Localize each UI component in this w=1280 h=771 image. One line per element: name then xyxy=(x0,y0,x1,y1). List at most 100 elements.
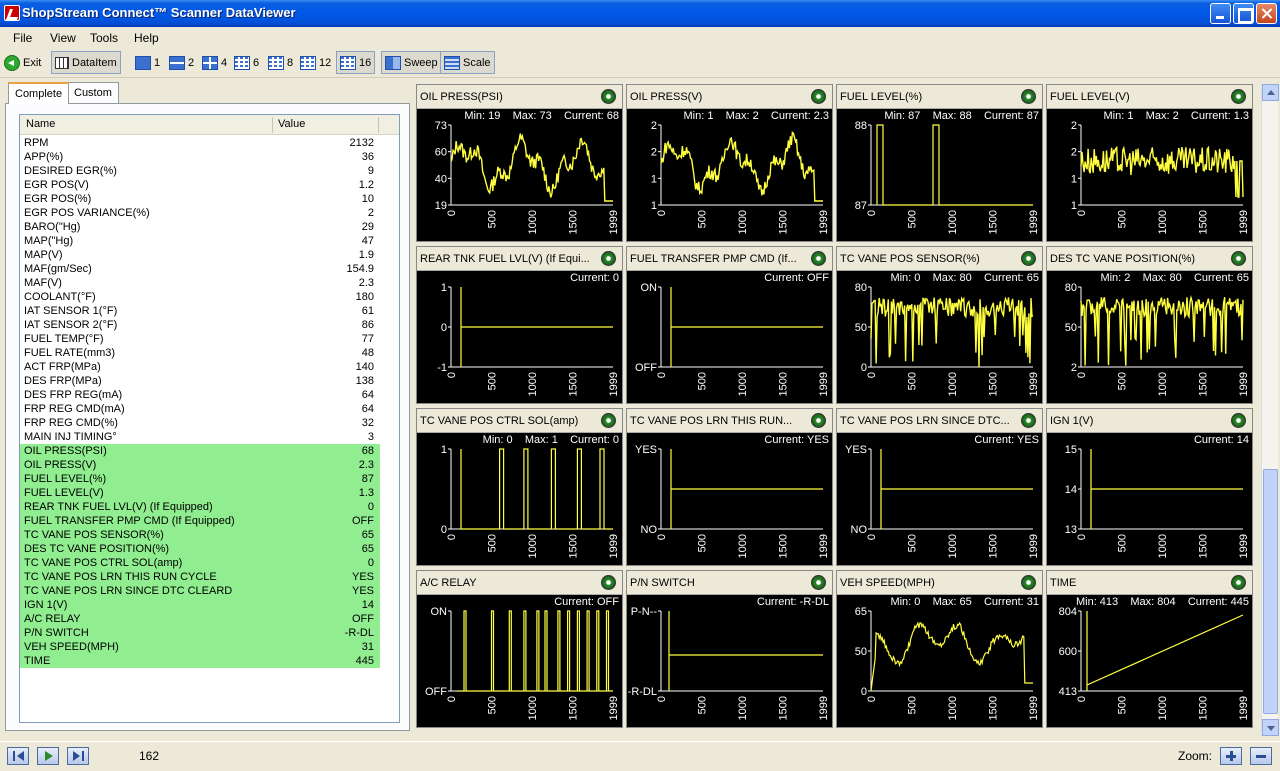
column-header-name[interactable]: Name xyxy=(26,118,55,130)
play-button[interactable] xyxy=(37,747,59,765)
graph-options-icon[interactable] xyxy=(1021,413,1036,428)
graph-panel[interactable]: VEH SPEED(MPH) Min: 0 Max: 65 Current: 31… xyxy=(836,570,1043,728)
list-item[interactable]: FUEL TEMP(°F) 77 xyxy=(20,332,380,346)
list-item[interactable]: P/N SWITCH -R-DL xyxy=(20,626,380,640)
graph-options-icon[interactable] xyxy=(1021,251,1036,266)
list-item[interactable]: APP(%) 36 xyxy=(20,150,380,164)
graph-options-icon[interactable] xyxy=(1231,251,1246,266)
scale-button[interactable]: Scale xyxy=(440,51,495,74)
graph-options-icon[interactable] xyxy=(811,413,826,428)
scroll-up-arrow[interactable] xyxy=(1262,84,1279,101)
list-item[interactable]: FRP REG CMD(mA) 64 xyxy=(20,402,380,416)
exit-button[interactable]: Exit xyxy=(1,51,44,74)
column-separator[interactable] xyxy=(378,117,379,133)
list-item[interactable]: TC VANE POS SENSOR(%) 65 xyxy=(20,528,380,542)
list-item[interactable]: DES FRP(MPa) 138 xyxy=(20,374,380,388)
menu-tools[interactable]: Tools xyxy=(90,31,118,45)
graph-options-icon[interactable] xyxy=(811,251,826,266)
list-item[interactable]: IAT SENSOR 2(°F) 86 xyxy=(20,318,380,332)
graph-panel[interactable]: DES TC VANE POSITION(%) Min: 2 Max: 80 Cu… xyxy=(1046,246,1253,404)
scroll-thumb[interactable] xyxy=(1263,469,1278,714)
menu-file[interactable]: File xyxy=(13,31,32,45)
tab-complete[interactable]: Complete xyxy=(8,82,70,104)
graph-options-icon[interactable] xyxy=(1021,575,1036,590)
graph-panel[interactable]: P/N SWITCH Current: -R-DL P-N-- -R-DL 0 500 10… xyxy=(626,570,833,728)
previous-frame-button[interactable] xyxy=(7,747,29,765)
dataitem-button[interactable]: DataItem xyxy=(51,51,121,74)
graph-panel[interactable]: IGN 1(V) Current: 14 15 14 13 0 500 1000 1500 199… xyxy=(1046,408,1253,566)
graph-options-icon[interactable] xyxy=(601,413,616,428)
graph-options-icon[interactable] xyxy=(1231,575,1246,590)
list-item[interactable]: RPM 2132 xyxy=(20,136,380,150)
graph-options-icon[interactable] xyxy=(601,89,616,104)
layout-8-button[interactable]: 8 xyxy=(265,51,296,74)
list-item[interactable]: TC VANE POS LRN SINCE DTC CLEARD YES xyxy=(20,584,380,598)
zoom-out-button[interactable] xyxy=(1250,747,1272,765)
list-item[interactable]: DES TC VANE POSITION(%) 65 xyxy=(20,542,380,556)
graph-panel[interactable]: TC VANE POS SENSOR(%) Min: 0 Max: 80 Curr… xyxy=(836,246,1043,404)
graph-scrollbar[interactable] xyxy=(1261,84,1279,736)
graph-options-icon[interactable] xyxy=(811,575,826,590)
graph-panel[interactable]: FUEL LEVEL(V) Min: 1 Max: 2 Current: 1.3 2… xyxy=(1046,84,1253,242)
column-header-value[interactable]: Value xyxy=(278,118,305,130)
graph-options-icon[interactable] xyxy=(1231,89,1246,104)
list-item[interactable]: MAF(gm/Sec) 154.9 xyxy=(20,262,380,276)
list-item[interactable]: FUEL TRANSFER PMP CMD (If Equipped) OFF xyxy=(20,514,380,528)
list-item[interactable]: EGR POS VARIANCE(%) 2 xyxy=(20,206,380,220)
list-item[interactable]: MAP(V) 1.9 xyxy=(20,248,380,262)
list-item[interactable]: FUEL RATE(mm3) 48 xyxy=(20,346,380,360)
list-item[interactable]: OIL PRESS(PSI) 68 xyxy=(20,444,380,458)
graph-panel[interactable]: OIL PRESS(V) Min: 1 Max: 2 Current: 2.3 2 2… xyxy=(626,84,833,242)
list-item[interactable]: EGR POS(%) 10 xyxy=(20,192,380,206)
list-item[interactable]: REAR TNK FUEL LVL(V) (If Equipped) 0 xyxy=(20,500,380,514)
maximize-button[interactable] xyxy=(1233,3,1254,24)
graph-panel[interactable]: TC VANE POS LRN THIS RUN... Current: YES Y… xyxy=(626,408,833,566)
list-item[interactable]: DESIRED EGR(%) 9 xyxy=(20,164,380,178)
list-item[interactable]: TIME 445 xyxy=(20,654,380,668)
list-item[interactable]: MAP("Hg) 47 xyxy=(20,234,380,248)
list-item[interactable]: TC VANE POS LRN THIS RUN CYCLE YES xyxy=(20,570,380,584)
list-item[interactable]: MAF(V) 2.3 xyxy=(20,276,380,290)
sweep-button[interactable]: Sweep xyxy=(381,51,442,74)
graph-options-icon[interactable] xyxy=(601,251,616,266)
minimize-button[interactable] xyxy=(1210,3,1231,24)
list-item[interactable]: FUEL LEVEL(V) 1.3 xyxy=(20,486,380,500)
graph-panel[interactable]: TC VANE POS CTRL SOL(amp) Min: 0 Max: 1 C… xyxy=(416,408,623,566)
layout-16-button[interactable]: 16 xyxy=(336,51,376,74)
graph-panel[interactable]: FUEL TRANSFER PMP CMD (If... Current: OFF… xyxy=(626,246,833,404)
list-item[interactable]: IGN 1(V) 14 xyxy=(20,598,380,612)
graph-panel[interactable]: FUEL LEVEL(%) Min: 87 Max: 88 Current: 87… xyxy=(836,84,1043,242)
graph-options-icon[interactable] xyxy=(1231,413,1246,428)
graph-panel[interactable]: A/C RELAY Current: OFF ON OFF 0 500 1000 1500 19… xyxy=(416,570,623,728)
layout-4-button[interactable]: 4 xyxy=(199,51,230,74)
layout-1-button[interactable]: 1 xyxy=(132,51,163,74)
next-frame-button[interactable] xyxy=(67,747,89,765)
list-item[interactable]: FUEL LEVEL(%) 87 xyxy=(20,472,380,486)
close-button[interactable] xyxy=(1256,3,1277,24)
menu-help[interactable]: Help xyxy=(134,31,159,45)
list-item[interactable]: IAT SENSOR 1(°F) 61 xyxy=(20,304,380,318)
zoom-in-button[interactable] xyxy=(1220,747,1242,765)
list-item[interactable]: VEH SPEED(MPH) 31 xyxy=(20,640,380,654)
graph-options-icon[interactable] xyxy=(601,575,616,590)
graph-options-icon[interactable] xyxy=(1021,89,1036,104)
list-item[interactable]: TC VANE POS CTRL SOL(amp) 0 xyxy=(20,556,380,570)
list-item[interactable]: FRP REG CMD(%) 32 xyxy=(20,416,380,430)
graph-panel[interactable]: REAR TNK FUEL LVL(V) (If Equi... Current:… xyxy=(416,246,623,404)
layout-12-button[interactable]: 12 xyxy=(297,51,334,74)
menu-view[interactable]: View xyxy=(50,31,76,45)
graph-options-icon[interactable] xyxy=(811,89,826,104)
tab-custom[interactable]: Custom xyxy=(67,82,119,103)
list-item[interactable]: MAIN INJ TIMING° 3 xyxy=(20,430,380,444)
graph-panel[interactable]: TC VANE POS LRN SINCE DTC... Current: YES… xyxy=(836,408,1043,566)
list-item[interactable]: ACT FRP(MPa) 140 xyxy=(20,360,380,374)
graph-panel[interactable]: TIME Min: 413 Max: 804 Current: 445 804 600… xyxy=(1046,570,1253,728)
scroll-down-arrow[interactable] xyxy=(1262,719,1279,736)
layout-2-button[interactable]: 2 xyxy=(166,51,197,74)
list-item[interactable]: A/C RELAY OFF xyxy=(20,612,380,626)
list-item[interactable]: BARO("Hg) 29 xyxy=(20,220,380,234)
list-item[interactable]: COOLANT(°F) 180 xyxy=(20,290,380,304)
list-item[interactable]: OIL PRESS(V) 2.3 xyxy=(20,458,380,472)
column-separator[interactable] xyxy=(272,117,273,133)
list-item[interactable]: EGR POS(V) 1.2 xyxy=(20,178,380,192)
